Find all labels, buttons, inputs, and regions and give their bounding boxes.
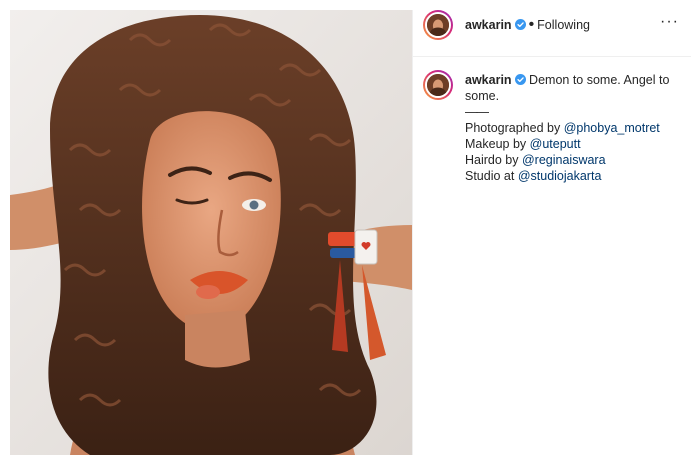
caption-avatar[interactable] bbox=[423, 70, 453, 100]
post-image[interactable] bbox=[10, 10, 412, 455]
credit-prefix: Studio at bbox=[465, 169, 518, 183]
caption: awkarin Demon to some. Angel to some. ——… bbox=[465, 72, 680, 184]
post-header: awkarin • Following ··· bbox=[413, 10, 691, 57]
avatar-image-icon bbox=[427, 14, 449, 36]
verified-badge-icon bbox=[514, 19, 526, 30]
header-avatar[interactable] bbox=[423, 10, 453, 40]
credit-line: Studio at @studiojakarta bbox=[465, 168, 680, 184]
credit-line: Photographed by @phobya_motret bbox=[465, 120, 680, 136]
header-username[interactable]: awkarin bbox=[465, 18, 512, 32]
post-details-panel: awkarin • Following ··· awkarin Demon to s… bbox=[412, 10, 691, 455]
more-options-icon[interactable]: ··· bbox=[660, 13, 679, 31]
verified-badge-icon bbox=[514, 74, 526, 85]
credit-line: Hairdo by @reginaiswara bbox=[465, 152, 680, 168]
post-photo-illustration bbox=[10, 10, 412, 455]
caption-divider: —— bbox=[465, 105, 489, 119]
caption-username[interactable]: awkarin bbox=[465, 73, 512, 87]
avatar-image-icon bbox=[427, 74, 449, 96]
credit-prefix: Makeup by bbox=[465, 137, 530, 151]
mention-link[interactable]: @uteputt bbox=[530, 137, 581, 151]
separator-dot: • bbox=[528, 16, 535, 33]
mention-link[interactable]: @reginaiswara bbox=[522, 153, 606, 167]
caption-first-line: awkarin Demon to some. Angel to some. bbox=[465, 72, 680, 104]
credit-prefix: Photographed by bbox=[465, 121, 564, 135]
following-button[interactable]: Following bbox=[537, 18, 590, 32]
credit-line: Makeup by @uteputt bbox=[465, 136, 680, 152]
mention-link[interactable]: @phobya_motret bbox=[564, 121, 660, 135]
credit-prefix: Hairdo by bbox=[465, 153, 522, 167]
header-user-line: awkarin • Following bbox=[465, 16, 590, 34]
mention-link[interactable]: @studiojakarta bbox=[518, 169, 602, 183]
